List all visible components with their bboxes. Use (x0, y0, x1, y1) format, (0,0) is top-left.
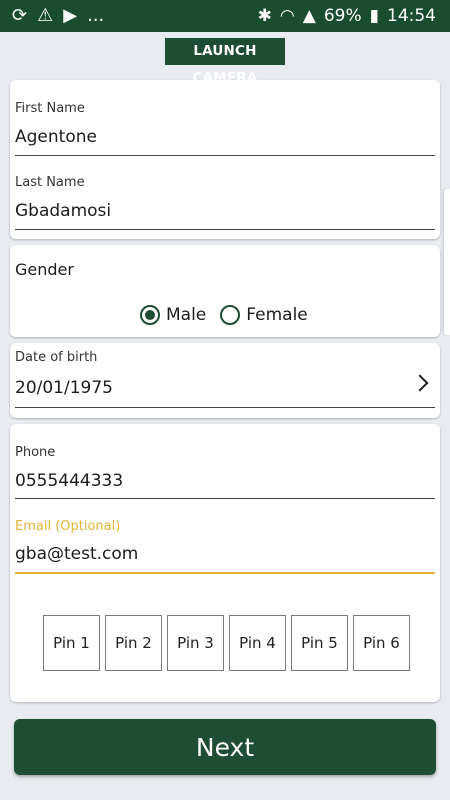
next-button[interactable]: Next (14, 719, 436, 775)
dob-label: Date of birth (15, 350, 98, 365)
more-notifications: ... (87, 5, 105, 26)
play-store-icon: ▶ (63, 5, 78, 26)
battery-percent: 69% (323, 6, 362, 26)
dob-field[interactable]: 20/01/1975 (15, 378, 113, 398)
pin-row: Pin 1 Pin 2 Pin 3 Pin 4 Pin 5 Pin 6 (43, 615, 410, 671)
email-underline (15, 572, 435, 574)
clock: 14:54 (387, 6, 436, 26)
wifi-icon: ◠ (279, 6, 295, 26)
battery-icon: ▮ (369, 6, 379, 26)
gender-card: Gender Male Female (10, 245, 440, 337)
male-label[interactable]: Male (166, 305, 206, 325)
female-radio[interactable] (220, 305, 241, 325)
signal-icon: ▲ (302, 6, 316, 26)
phone-underline (15, 498, 435, 499)
last-name-underline (15, 229, 435, 230)
sync-icon: ⟳ (12, 5, 28, 26)
gender-radio-group: Male Female (140, 305, 308, 325)
pin-3-box[interactable]: Pin 3 (167, 615, 224, 671)
pin-2-box[interactable]: Pin 2 (105, 615, 162, 671)
dob-underline (15, 407, 435, 408)
email-field[interactable]: gba@test.com (15, 544, 138, 564)
first-name-field[interactable]: Agentone (15, 127, 97, 147)
launch-camera-button[interactable]: LAUNCH CAMERA (165, 38, 285, 86)
phone-label: Phone (15, 445, 56, 460)
scroll-handle[interactable] (444, 189, 450, 335)
status-bar: ⟳ ⚠ ▶ ... ✱ ◠ ▲ 69% ▮ 14:54 (0, 0, 450, 32)
pin-6-box[interactable]: Pin 6 (353, 615, 410, 671)
first-name-label: First Name (15, 101, 85, 116)
name-card: First Name Agentone Last Name Gbadamosi (10, 80, 440, 239)
female-label[interactable]: Female (246, 305, 307, 325)
first-name-underline (15, 155, 435, 156)
male-radio[interactable] (140, 305, 160, 325)
pin-1-box[interactable]: Pin 1 (43, 615, 100, 671)
phone-field[interactable]: 0555444333 (15, 471, 123, 491)
bluetooth-icon: ✱ (257, 6, 272, 26)
email-label: Email (Optional) (15, 519, 121, 534)
last-name-field[interactable]: Gbadamosi (15, 201, 111, 221)
gender-label: Gender (15, 260, 74, 279)
chevron-right-icon[interactable] (411, 374, 429, 392)
last-name-label: Last Name (15, 175, 85, 190)
pin-5-box[interactable]: Pin 5 (291, 615, 348, 671)
dob-card[interactable]: Date of birth 20/01/1975 (10, 343, 440, 418)
contact-card: Phone 0555444333 Email (Optional) gba@te… (10, 424, 440, 702)
warning-icon: ⚠ (37, 5, 54, 26)
pin-4-box[interactable]: Pin 4 (229, 615, 286, 671)
